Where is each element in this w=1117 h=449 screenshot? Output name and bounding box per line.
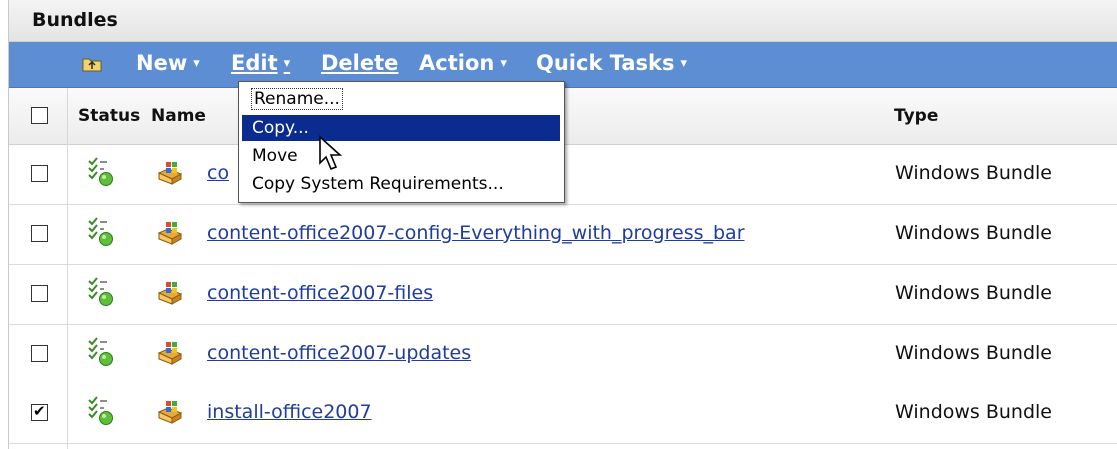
menu-item-copy-system-requirements[interactable]: Copy System Requirements... [242,171,560,197]
chevron-down-icon: ▾ [193,56,200,71]
mouse-pointer-icon [319,135,343,171]
menu-item-move[interactable]: Move [242,143,560,169]
action-label: Action [419,51,495,75]
status-ok-icon [88,396,113,425]
bundle-name-link[interactable]: content-office2007-files [207,282,433,304]
menu-item-rename-label: Rename... [251,88,343,110]
row-checkbox[interactable] [31,165,48,182]
table-row[interactable]: content-office2007-updates Windows Bundle [9,325,1117,385]
windows-bundle-icon [157,162,183,185]
windows-bundle-icon [157,342,183,365]
panel-title-bar: Bundles [9,0,1117,42]
bundle-type: Windows Bundle [895,401,1053,423]
folder-up-icon[interactable] [82,56,102,72]
select-all-checkbox[interactable] [31,107,48,124]
row-checkbox[interactable] [31,285,48,302]
chevron-down-icon: ▾ [500,56,507,71]
table-row[interactable]: content-office2007-files Windows Bundle [9,265,1117,325]
windows-bundle-icon [157,282,183,305]
column-header-status[interactable]: Status [78,106,140,126]
menu-item-rename[interactable]: Rename... [242,86,560,112]
column-header-name[interactable]: Name [151,106,206,126]
windows-bundle-icon [157,222,183,245]
windows-bundle-icon [157,401,183,424]
bundle-name-link[interactable]: content-office2007-updates [207,342,471,364]
action-menu-button[interactable]: Action ▾ [419,51,507,75]
row-checkbox[interactable] [31,225,48,242]
panel-title: Bundles [32,9,118,31]
chevron-down-icon: ▾ [680,56,688,71]
table-row[interactable]: install-office2007 Windows Bundle [9,384,1117,444]
edit-label: Edit [231,51,278,75]
menu-item-copy[interactable]: Copy... [242,115,560,141]
bundle-type: Windows Bundle [895,342,1053,364]
quick-tasks-label: Quick Tasks [536,51,675,75]
row-checkbox[interactable] [31,402,48,421]
column-divider [67,88,68,449]
bundles-panel: Bundles New ▾ Edit ▾ Delete Action ▾ Quick … [8,0,1117,449]
status-ok-icon [88,157,113,186]
bundle-type: Windows Bundle [895,222,1053,244]
bundle-type: Windows Bundle [895,282,1053,304]
delete-label: Delete [321,51,399,75]
status-ok-icon [88,337,113,366]
chevron-down-icon: ▾ [283,56,291,71]
status-ok-icon [88,277,113,306]
status-ok-icon [88,217,113,246]
column-header-type[interactable]: Type [894,106,938,126]
row-checkbox[interactable] [31,345,48,362]
quick-tasks-menu-button[interactable]: Quick Tasks ▾ [536,51,687,75]
edit-dropdown-menu: Rename... Copy... Move Copy System Requi… [238,81,565,203]
new-menu-button[interactable]: New ▾ [136,51,200,75]
edit-menu-button[interactable]: Edit ▾ [231,51,290,75]
new-label: New [136,51,188,75]
bundle-name-link[interactable]: install-office2007 [207,401,372,423]
bundle-name-link[interactable]: content-office2007-config-Everything_wit… [207,222,745,244]
delete-button[interactable]: Delete [321,51,398,75]
table-row[interactable]: content-office2007-config-Everything_wit… [9,205,1117,265]
bundle-name-link[interactable]: co [207,162,229,184]
bundle-type: Windows Bundle [895,162,1053,184]
